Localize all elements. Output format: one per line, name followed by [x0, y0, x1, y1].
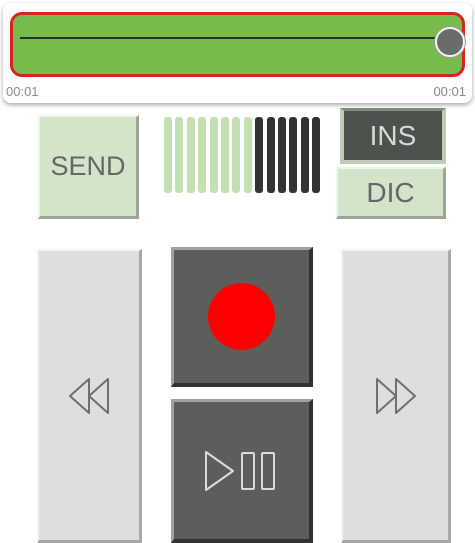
level-meter — [164, 117, 324, 193]
seek-thumb[interactable] — [435, 27, 465, 57]
play-pause-button[interactable] — [171, 399, 313, 543]
level-meter-bar — [278, 117, 286, 193]
level-meter-bar — [221, 117, 229, 193]
level-meter-bar — [187, 117, 195, 193]
play-pause-icon — [204, 450, 275, 491]
dic-button[interactable]: DIC — [336, 167, 446, 219]
seek-track — [20, 37, 440, 39]
send-button-label: SEND — [50, 151, 126, 181]
level-meter-bar — [232, 117, 240, 193]
record-button[interactable] — [171, 247, 313, 387]
fast-forward-button[interactable] — [341, 249, 451, 543]
level-meter-bar — [175, 117, 183, 193]
level-meter-bar — [312, 117, 320, 193]
record-icon — [208, 283, 275, 350]
level-meter-bar — [244, 117, 252, 193]
elapsed-time: 00:01 — [6, 84, 39, 99]
level-meter-bar — [267, 117, 275, 193]
level-meter-bar — [255, 117, 263, 193]
fast-forward-icon — [375, 377, 416, 414]
level-meter-bar — [198, 117, 206, 193]
level-meter-bar — [164, 117, 172, 193]
level-meter-bar — [210, 117, 218, 193]
total-time: 00:01 — [433, 84, 466, 99]
send-button[interactable]: SEND — [38, 115, 139, 219]
seek-bar[interactable] — [10, 12, 465, 77]
level-meter-bar — [301, 117, 309, 193]
dic-button-label: DIC — [366, 176, 415, 208]
level-meter-bar — [289, 117, 297, 193]
rewind-icon — [69, 377, 109, 414]
ins-button-label: INS — [369, 119, 417, 151]
ins-button[interactable]: INS — [340, 108, 446, 164]
rewind-button[interactable] — [37, 249, 142, 543]
